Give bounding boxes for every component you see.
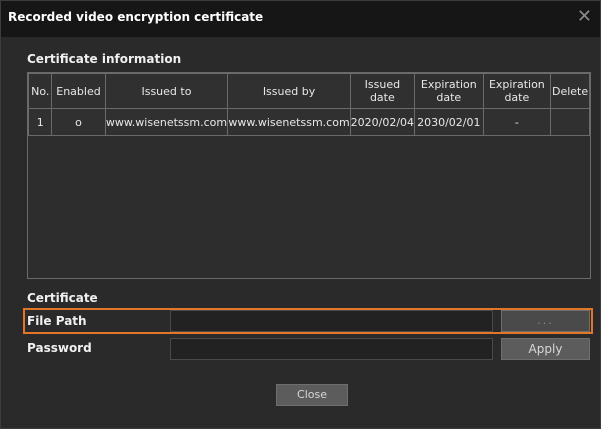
column-header-expiration-date: Expiration date [414,73,484,109]
title-bar: Recorded video encryption certificate ✕ [1,1,600,37]
table-row[interactable]: 1 o www.wisenetssm.com www.wisenetssm.co… [27,108,590,136]
password-field[interactable] [170,338,493,360]
cell-delete[interactable] [550,108,590,136]
certificate-heading: Certificate [27,291,98,305]
apply-button[interactable]: Apply [501,338,590,360]
cell-issued-date: 2020/02/04 [349,108,416,136]
close-icon[interactable]: ✕ [577,7,592,27]
column-header-issued-date: Issued date [349,73,416,109]
column-header-issued-by: Issued by [227,73,351,109]
column-header-delete: Delete [550,73,590,109]
column-header-enabled: Enabled [51,73,106,109]
certificate-dialog: Recorded video encryption certificate ✕ … [0,0,601,429]
cell-expiration-date-2: - [482,108,552,136]
column-header-no: No. [27,73,53,109]
cell-no: 1 [27,108,53,136]
cell-issued-to: www.wisenetssm.com [104,108,229,136]
table-header-row: No. Enabled Issued to Issued by Issued d… [27,73,590,109]
close-button[interactable]: Close [276,384,348,406]
dialog-title: Recorded video encryption certificate [8,10,264,24]
column-header-issued-to: Issued to [104,73,229,109]
cell-expiration-date: 2030/02/01 [414,108,484,136]
file-path-highlight [23,308,593,334]
column-header-expiration-date-2: Expiration date [482,73,552,109]
certificate-table-container: No. Enabled Issued to Issued by Issued d… [27,72,591,279]
certificate-table: No. Enabled Issued to Issued by Issued d… [27,73,590,136]
cell-enabled[interactable]: o [51,108,106,136]
certificate-information-heading: Certificate information [27,52,182,66]
password-label: Password [27,341,92,355]
cell-issued-by: www.wisenetssm.com [227,108,351,136]
